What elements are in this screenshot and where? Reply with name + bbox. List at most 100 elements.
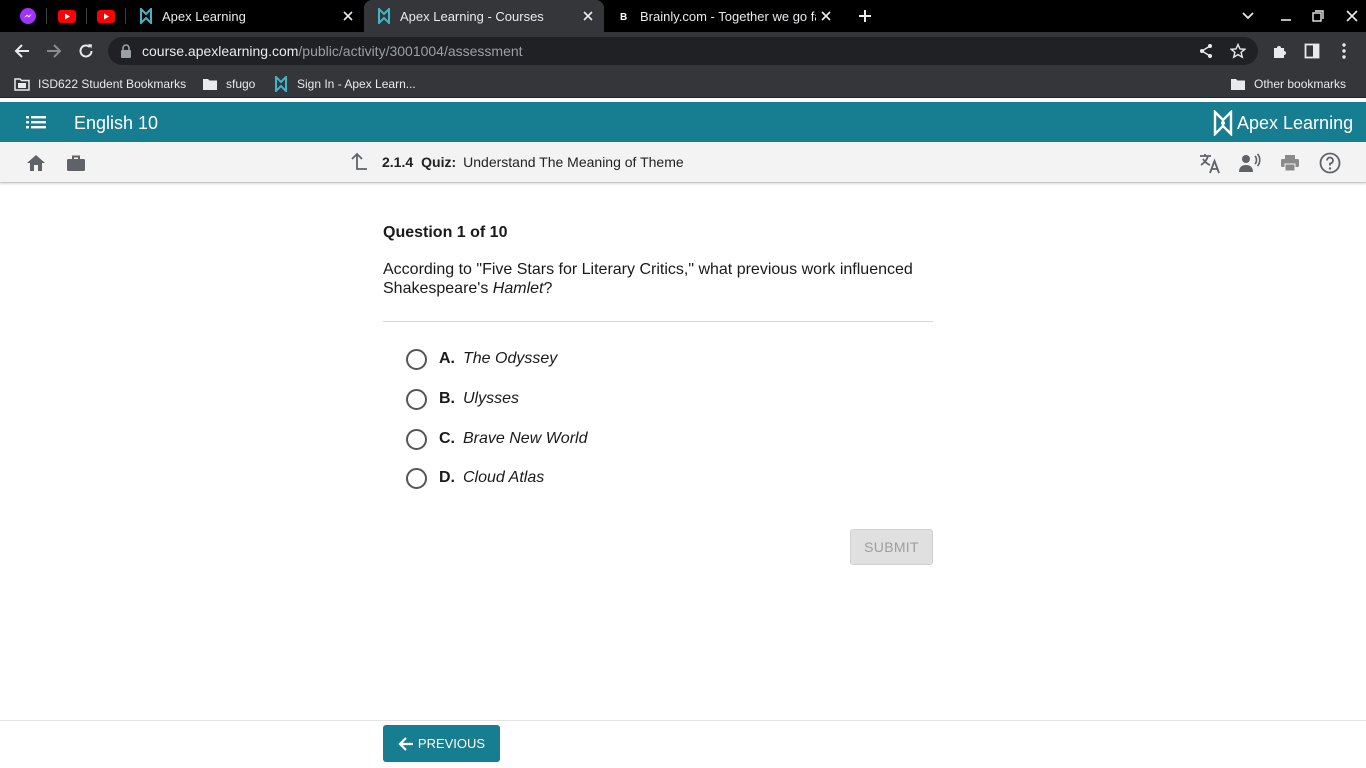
answer-option-a[interactable]: A. The Odyssey: [406, 347, 557, 371]
radio-button[interactable]: [406, 467, 427, 489]
menu-list-icon[interactable]: [26, 114, 46, 130]
translate-icon: [1200, 154, 1220, 174]
apex-learning-logo: Apex Learning: [1212, 110, 1353, 136]
url-host: course.apexlearning.com: [142, 43, 299, 59]
briefcase-icon: [67, 155, 85, 171]
tab-title: Apex Learning - Courses: [400, 8, 544, 24]
kebab-menu-icon: [1342, 43, 1346, 59]
tab-search-button[interactable]: [1238, 6, 1258, 26]
lock-icon: [121, 44, 131, 58]
course-header: English 10 Apex Learning: [0, 102, 1366, 142]
share-icon[interactable]: [1198, 43, 1214, 59]
tab-title: Brainly.com - Together we go far: [640, 8, 816, 24]
option-text: Brave New World: [463, 430, 588, 447]
pinned-tab-messenger[interactable]: [18, 6, 38, 26]
option-letter: D.: [439, 469, 455, 486]
forward-button[interactable]: [44, 41, 64, 61]
briefcase-button[interactable]: [65, 152, 87, 174]
bookmark-label: sfugo: [226, 77, 256, 91]
answer-option-c[interactable]: C. Brave New World: [406, 427, 587, 451]
question-text-italic: Hamlet: [492, 280, 544, 297]
reload-button[interactable]: [76, 41, 96, 61]
close-window-button[interactable]: [1342, 6, 1362, 26]
print-button[interactable]: [1279, 152, 1301, 174]
side-panel-button[interactable]: [1302, 41, 1322, 61]
tab-separator: [46, 8, 47, 24]
new-tab-button[interactable]: [855, 6, 875, 26]
arrow-right-icon: [47, 44, 62, 58]
close-icon[interactable]: [338, 6, 358, 26]
home-icon: [27, 155, 45, 171]
option-text: Ulysses: [463, 390, 520, 407]
read-aloud-button[interactable]: [1239, 152, 1261, 174]
minimize-button[interactable]: [1276, 6, 1296, 26]
bookmark-apex-sign-in[interactable]: Sign In - Apex Learn...: [273, 76, 416, 92]
question-heading: Question 1 of 10: [383, 224, 508, 241]
apex-logo-icon: [1213, 110, 1233, 136]
puzzle-icon: [1274, 46, 1286, 58]
svg-text:B: B: [620, 12, 627, 22]
tab-separator: [86, 8, 87, 24]
youtube-icon: [58, 9, 76, 23]
tab-brainly[interactable]: B Brainly.com - Together we go far: [604, 0, 842, 32]
extensions-button[interactable]: [1270, 41, 1290, 61]
activity-toolbar: 2.1.4 Quiz: Understand The Meaning of Th…: [0, 142, 1366, 183]
tab-apex-learning[interactable]: Apex Learning: [126, 0, 364, 32]
radio-button[interactable]: [406, 428, 427, 450]
folder-icon: [202, 76, 218, 92]
close-icon[interactable]: [578, 6, 598, 26]
browser-menu-button[interactable]: [1334, 41, 1354, 61]
arrow-left-icon: [14, 44, 29, 58]
answer-option-b[interactable]: B. Ulysses: [406, 387, 519, 411]
previous-label: PREVIOUS: [417, 736, 486, 751]
url-path: /public/activity/3001004/assessment: [298, 43, 523, 59]
other-bookmarks[interactable]: Other bookmarks: [1230, 76, 1346, 92]
pinned-tab-youtube-2[interactable]: [96, 6, 116, 26]
plus-icon: [859, 10, 871, 22]
question-divider: [383, 321, 933, 322]
option-text: The Odyssey: [463, 350, 558, 367]
activity-breadcrumb: 2.1.4 Quiz: Understand The Meaning of Th…: [348, 152, 684, 172]
arrow-up-icon[interactable]: [348, 152, 368, 172]
browser-tab-strip: Apex Learning Apex Learning - Courses B …: [0, 0, 1366, 32]
bookmark-star-icon[interactable]: [1230, 43, 1246, 59]
option-text: Cloud Atlas: [463, 469, 545, 486]
address-bar[interactable]: course.apexlearning.com/public/activity/…: [108, 37, 1258, 65]
translate-button[interactable]: [1199, 152, 1221, 174]
apex-favicon: [273, 76, 289, 92]
course-title: English 10: [74, 113, 159, 133]
radio-button[interactable]: [406, 348, 427, 370]
help-icon: [1319, 152, 1341, 174]
apex-favicon: [376, 8, 392, 24]
chevron-down-icon: [1242, 12, 1254, 20]
radio-button[interactable]: [406, 388, 427, 410]
answer-option-d[interactable]: D. Cloud Atlas: [406, 466, 544, 490]
tab-title: Apex Learning: [162, 8, 246, 24]
restore-button[interactable]: [1308, 6, 1328, 26]
activity-number: 2.1.4: [382, 154, 414, 170]
previous-button[interactable]: PREVIOUS: [383, 725, 500, 762]
submit-button[interactable]: SUBMIT: [850, 529, 933, 565]
home-button[interactable]: [25, 152, 47, 174]
bookmark-isd622[interactable]: ISD622 Student Bookmarks: [14, 76, 186, 92]
option-letter: C.: [439, 430, 455, 447]
restore-icon: [1312, 10, 1324, 22]
option-letter: A.: [439, 350, 455, 367]
question-text-part: ?: [543, 280, 553, 297]
speaker-person-icon: [1239, 153, 1261, 172]
bookmark-sfugo[interactable]: sfugo: [202, 76, 255, 92]
bookmark-label: Sign In - Apex Learn...: [297, 77, 416, 91]
question-text: According to "Five Stars for Literary Cr…: [383, 260, 933, 298]
back-button[interactable]: [12, 41, 32, 61]
messenger-icon: [20, 8, 36, 24]
tab-apex-courses[interactable]: Apex Learning - Courses: [364, 0, 604, 32]
arrow-left-icon: [398, 736, 413, 751]
pinned-tab-youtube-1[interactable]: [57, 6, 77, 26]
activity-kind: Quiz:: [421, 154, 457, 170]
help-button[interactable]: [1319, 152, 1341, 174]
url-text: course.apexlearning.com/public/activity/…: [142, 43, 523, 59]
side-panel-icon: [1304, 43, 1320, 59]
other-bookmarks-label: Other bookmarks: [1254, 77, 1347, 91]
print-icon: [1281, 155, 1299, 172]
close-icon[interactable]: [816, 6, 836, 26]
